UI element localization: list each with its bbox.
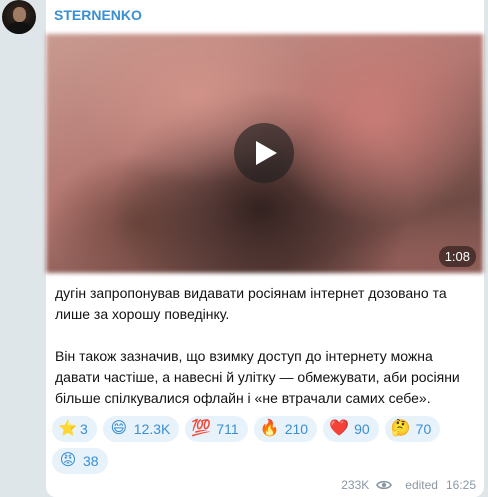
reaction-count: 3 (80, 421, 88, 437)
message-text: дугін запропонував видавати росіянам інт… (55, 283, 475, 409)
reaction-count: 70 (415, 421, 432, 437)
reaction-grinning[interactable]: 😄 12.3K (102, 416, 180, 442)
angry-face-icon: 😡 (59, 452, 77, 469)
video-player[interactable]: 1:08 (46, 34, 483, 273)
star-icon: ⭐ (58, 420, 78, 437)
edited-label: edited (405, 478, 438, 492)
thinking-face-icon: 🤔 (390, 420, 411, 437)
play-button[interactable] (234, 123, 294, 183)
reaction-star[interactable]: ⭐ 3 (52, 416, 97, 442)
reaction-count: 711 (216, 421, 239, 437)
fire-icon: 🔥 (259, 420, 280, 437)
reaction-count: 90 (354, 421, 370, 437)
avatar-body (7, 22, 32, 34)
channel-avatar[interactable] (2, 0, 36, 34)
hundred-points-icon: 💯 (191, 420, 212, 437)
grinning-face-icon: 😄 (110, 420, 128, 437)
video-duration: 1:08 (438, 246, 476, 267)
reaction-fire[interactable]: 🔥 210 (253, 416, 318, 442)
channel-name[interactable]: STERNENKO (54, 7, 142, 23)
play-icon (256, 141, 277, 165)
reaction-count: 12.3K (133, 421, 171, 437)
view-count: 233K (341, 478, 370, 492)
red-heart-icon: ❤️ (329, 420, 350, 437)
reaction-angry[interactable]: 😡 38 (52, 448, 108, 474)
reaction-hundred[interactable]: 💯 711 (185, 416, 248, 442)
message-footer: 233K edited 16:25 (341, 478, 476, 492)
message-paragraph-1: дугін запропонував видавати росіянам інт… (55, 285, 447, 322)
eye-icon (376, 480, 393, 490)
reaction-count: 210 (284, 421, 309, 437)
reaction-heart[interactable]: ❤️ 90 (323, 416, 379, 442)
message-time: 16:25 (445, 478, 476, 492)
avatar-face (13, 7, 26, 22)
message-bubble: STERNENKO 1:08 дугін запропонував видава… (46, 0, 484, 497)
reaction-thinking[interactable]: 🤔 70 (384, 416, 441, 442)
reaction-count: 38 (83, 453, 99, 469)
message-paragraph-2: Він також зазначив, що взимку доступ до … (55, 348, 460, 406)
reactions-bar: ⭐ 3 😄 12.3K 💯 711 🔥 210 ❤️ 90 🤔 70 😡 38 (52, 416, 472, 474)
